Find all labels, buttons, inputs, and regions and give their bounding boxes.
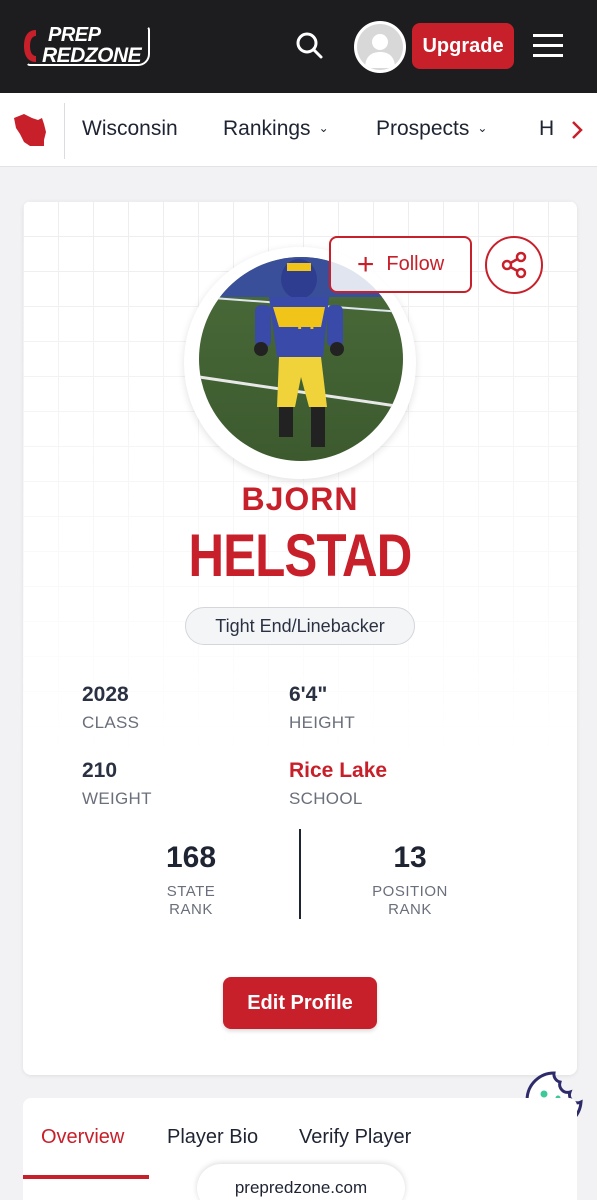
state-rank-label-line1: STATE bbox=[166, 883, 216, 900]
chevron-down-icon: ⌄ bbox=[318, 121, 329, 135]
stat-weight-label: WEIGHT bbox=[82, 789, 152, 808]
tab-overview[interactable]: Overview bbox=[41, 1126, 124, 1149]
state-rank-label-line2: RANK bbox=[169, 901, 213, 918]
stat-school-label: SCHOOL bbox=[289, 789, 363, 808]
user-avatar[interactable] bbox=[354, 21, 406, 73]
nav-item-prospects[interactable]: Prospects ⌄ bbox=[376, 117, 487, 141]
upgrade-button[interactable]: Upgrade bbox=[412, 23, 514, 69]
position-rank-label: POSITION RANK bbox=[330, 883, 490, 919]
top-bar: PREP REDZONE Upgrade bbox=[0, 0, 597, 93]
stat-class: 2028 CLASS bbox=[82, 683, 139, 733]
state-rank: 168 STATE RANK bbox=[111, 841, 271, 919]
follow-button[interactable]: + Follow bbox=[329, 236, 472, 293]
player-last-name: HELSTAD bbox=[188, 522, 413, 589]
stat-weight-value: 210 bbox=[82, 759, 118, 782]
nav-item-rankings[interactable]: Rankings ⌄ bbox=[223, 117, 329, 141]
user-icon bbox=[357, 24, 403, 70]
position-badge: Tight End/Linebacker bbox=[185, 607, 415, 645]
menu-button[interactable] bbox=[533, 32, 563, 60]
share-icon bbox=[501, 251, 527, 279]
hamburger-menu-icon bbox=[533, 34, 563, 57]
school-link[interactable]: Rice Lake bbox=[289, 759, 387, 783]
state-navigation: Wisconsin Rankings ⌄ Prospects ⌄ H bbox=[0, 93, 597, 167]
state-rank-value: 168 bbox=[165, 841, 217, 874]
logo-text-line2: REDZONE bbox=[42, 44, 142, 67]
state-rank-label: STATE RANK bbox=[111, 883, 271, 919]
stat-height: 6'4" HEIGHT bbox=[289, 683, 355, 733]
stat-weight: 210 WEIGHT bbox=[82, 759, 152, 809]
nav-item-rankings-label: Rankings bbox=[223, 117, 311, 140]
rank-divider bbox=[299, 829, 301, 919]
plus-icon: + bbox=[356, 247, 375, 281]
nav-item-prospects-label: Prospects bbox=[376, 117, 470, 140]
tab-player-bio[interactable]: Player Bio bbox=[167, 1126, 258, 1149]
position-rank-value: 13 bbox=[393, 841, 427, 874]
browser-domain-pill: prepredzone.com bbox=[197, 1164, 405, 1200]
prep-redzone-logo[interactable]: PREP REDZONE bbox=[22, 24, 152, 70]
wisconsin-state-icon[interactable] bbox=[10, 110, 50, 150]
stat-height-value: 6'4" bbox=[289, 683, 328, 706]
stat-school: Rice Lake SCHOOL bbox=[289, 759, 387, 809]
svg-text:44: 44 bbox=[291, 309, 316, 334]
stat-class-label: CLASS bbox=[82, 713, 140, 732]
nav-item-wisconsin[interactable]: Wisconsin bbox=[82, 117, 178, 141]
search-button[interactable] bbox=[294, 30, 326, 62]
edit-profile-button[interactable]: Edit Profile bbox=[223, 977, 377, 1029]
wisconsin-map-icon bbox=[14, 114, 46, 146]
stat-height-label: HEIGHT bbox=[289, 713, 356, 732]
tab-verify-player[interactable]: Verify Player bbox=[299, 1126, 411, 1149]
follow-label: Follow bbox=[386, 253, 445, 275]
player-first-name: BJORN bbox=[241, 481, 359, 517]
share-button[interactable] bbox=[485, 236, 543, 294]
position-rank: 13 POSITION RANK bbox=[330, 841, 490, 919]
search-icon bbox=[296, 32, 323, 59]
nav-divider bbox=[64, 103, 65, 159]
nav-item-truncated[interactable]: H bbox=[539, 117, 554, 141]
chevron-right-icon bbox=[571, 121, 583, 139]
player-profile-card: 44 + Follow BJORN HELSTAD Tight End/Line… bbox=[23, 201, 577, 1075]
chevron-down-icon: ⌄ bbox=[477, 121, 488, 135]
stat-class-value: 2028 bbox=[82, 683, 129, 706]
active-tab-indicator bbox=[23, 1175, 149, 1179]
position-rank-label-line2: RANK bbox=[388, 901, 432, 918]
position-rank-label-line1: POSITION bbox=[372, 883, 448, 900]
nav-scroll-right-button[interactable] bbox=[556, 93, 597, 166]
